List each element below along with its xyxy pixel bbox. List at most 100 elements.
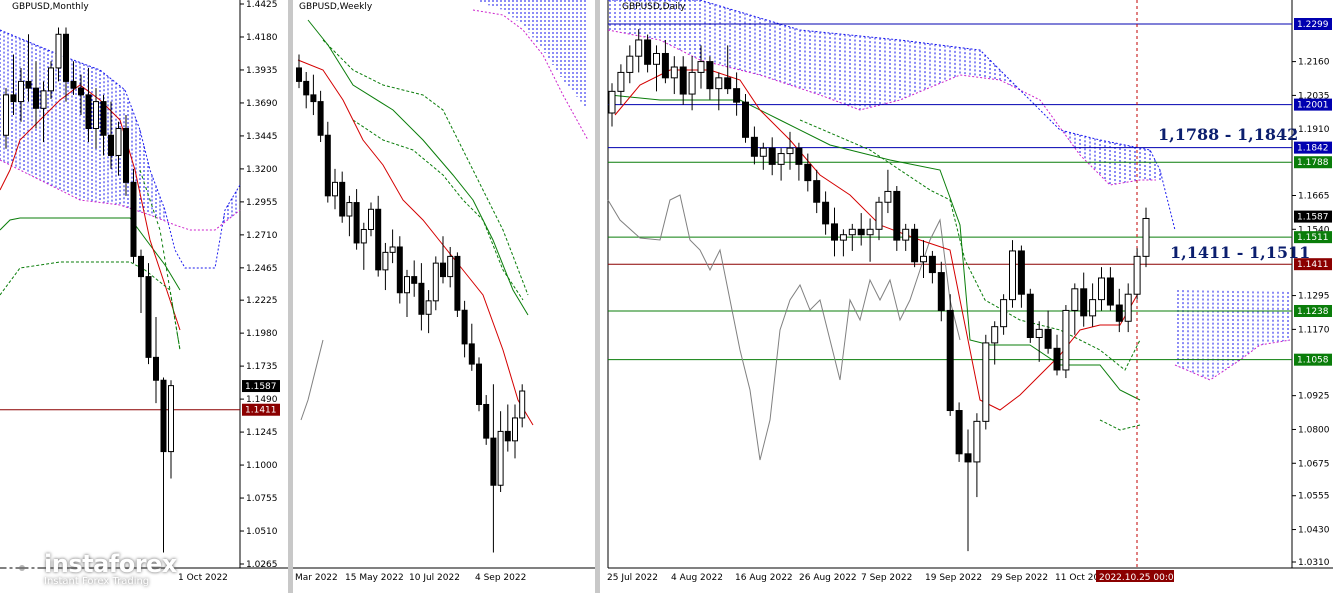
weekly-bear-candle (303, 80, 310, 96)
daily-bull-candle (920, 255, 927, 263)
monthly-bear-candle (123, 128, 129, 183)
daily-bear-candle (644, 39, 652, 65)
monthly-price-tag: 1.1411 (245, 406, 277, 416)
daily-bull-candle (866, 228, 874, 236)
monthly-price-tag: 1.1587 (245, 382, 277, 392)
daily-y-tick-label: 1.0925 (1298, 392, 1330, 402)
daily-y-tick-label: 1.0310 (1298, 558, 1330, 568)
monthly-y-tick-label: 1.4180 (246, 33, 278, 43)
weekly-bear-candle (476, 363, 482, 405)
daily-x-tick-label: 7 Sep 2022 (861, 573, 912, 583)
weekly-bear-candle (375, 208, 382, 271)
daily-y-tick-label: 1.0800 (1298, 425, 1330, 435)
daily-bull-candle (697, 61, 705, 73)
daily-bear-candle (946, 309, 954, 412)
daily-chart-panel: 1.2160 1.2035 1.1910 1.1665 1.1540 1.1295 1.11… (600, 0, 1333, 593)
monthly-y-tick-label: 1.4425 (246, 0, 278, 10)
daily-bull-candle (688, 71, 696, 95)
weekly-x-tick-label: Mar 2022 (295, 573, 338, 583)
weekly-bear-candle (353, 202, 360, 244)
daily-bull-candle (1089, 299, 1097, 317)
monthly-bull-candle (3, 94, 9, 136)
monthly-bull-candle (93, 101, 99, 130)
daily-bear-candle (928, 255, 936, 274)
weekly-bear-candle (454, 255, 461, 311)
weekly-tenkan-line (297, 59, 534, 426)
weekly-bear-candle (296, 67, 302, 82)
daily-bear-candle (955, 410, 963, 455)
weekly-chikou-line (300, 339, 324, 421)
monthly-bear-candle (85, 94, 92, 130)
monthly-bear-candle (78, 87, 84, 96)
weekly-bull-candle (432, 262, 439, 302)
daily-bear-candle (804, 163, 812, 182)
monthly-lagging-line (0, 261, 181, 351)
daily-bull-candle (1071, 288, 1079, 311)
daily-x-tick-label: 16 Aug 2022 (735, 573, 793, 583)
monthly-kijun-line (0, 217, 181, 291)
daily-bear-candle (964, 453, 972, 463)
monthly-bear-candle (108, 134, 114, 156)
daily-y-tick-label: 1.1295 (1298, 292, 1330, 302)
weekly-chart: Mar 2022 15 May 2022 10 Jul 2022 4 Sep 2022 (293, 0, 595, 583)
daily-bull-candle (1000, 299, 1008, 328)
weekly-bear-candle (440, 262, 446, 278)
daily-y-tick-label: 1.1665 (1298, 191, 1330, 201)
monthly-y-tick-label: 1.0755 (246, 494, 278, 504)
monthly-y-tick-label: 1.2955 (246, 198, 278, 208)
daily-price-tag: 1.2001 (1297, 101, 1329, 111)
logo-tagline: Instant Forex Trading (44, 576, 150, 587)
daily-bull-candle (670, 66, 678, 79)
daily-bull-candle (759, 147, 767, 157)
daily-price-tag: 1.2299 (1297, 20, 1329, 30)
weekly-bear-candle (411, 276, 418, 284)
instaforex-logo-icon (6, 552, 38, 584)
daily-bull-candle (786, 147, 794, 155)
daily-bull-candle (1009, 250, 1016, 301)
daily-bull-candle (884, 190, 892, 203)
daily-x-tick-label: 19 Sep 2022 (925, 573, 982, 583)
daily-y-tick-label: 1.0430 (1298, 526, 1330, 536)
daily-bear-candle (831, 223, 838, 241)
daily-bull-candle (1124, 293, 1132, 322)
monthly-y-tick-label: 1.2225 (246, 296, 278, 306)
daily-price-tag: 1.1842 (1297, 144, 1329, 154)
weekly-bull-candle (512, 417, 518, 442)
daily-bull-candle (973, 420, 981, 463)
daily-senkou-a-upper (608, 0, 1176, 231)
weekly-bull-candle (332, 181, 338, 197)
daily-bull-candle (1098, 277, 1105, 301)
monthly-y-tick-label: 1.1000 (246, 461, 278, 471)
daily-bull-candle (1062, 309, 1070, 371)
daily-bull-candle (1142, 217, 1150, 257)
weekly-senkou-b (472, 9, 589, 141)
daily-bear-candle (1026, 293, 1034, 338)
daily-y-tick-label: 1.1170 (1298, 325, 1330, 335)
daily-bull-candle (902, 228, 910, 241)
monthly-y-tick-label: 1.3935 (246, 66, 278, 76)
monthly-y-tick-label: 1.0265 (246, 560, 278, 570)
monthly-bull-candle (115, 128, 122, 156)
daily-bear-candle (1080, 288, 1088, 317)
weekly-bull-candle (497, 430, 504, 486)
monthly-y-tick-label: 1.3690 (246, 99, 278, 109)
monthly-bear-candle (33, 87, 39, 109)
daily-y-tick-label: 1.2160 (1298, 58, 1330, 68)
daily-x-tick-label: 4 Aug 2022 (671, 573, 723, 583)
monthly-y-tick-label: 1.2465 (246, 264, 278, 274)
monthly-bull-candle (40, 90, 47, 109)
weekly-bull-candle (382, 251, 389, 271)
daily-tenkan-line (614, 69, 1141, 411)
monthly-bear-candle (100, 101, 107, 136)
daily-x-tick-label: 25 Jul 2022 (607, 573, 658, 583)
daily-price-tag: 1.1587 (1297, 213, 1329, 223)
monthly-bull-candle (18, 80, 24, 103)
daily-bear-candle (742, 101, 749, 138)
monthly-bear-candle (70, 80, 77, 89)
monthly-chart-panel: 1.4425 1.4180 1.3935 1.3690 1.3445 1.3200 1.29… (0, 0, 288, 593)
weekly-bear-candle (490, 437, 497, 486)
daily-bear-candle (937, 272, 945, 311)
logo-brand: instaforex (44, 550, 177, 578)
monthly-y-tick-label: 1.1980 (246, 329, 278, 339)
daily-bull-candle (635, 39, 643, 57)
